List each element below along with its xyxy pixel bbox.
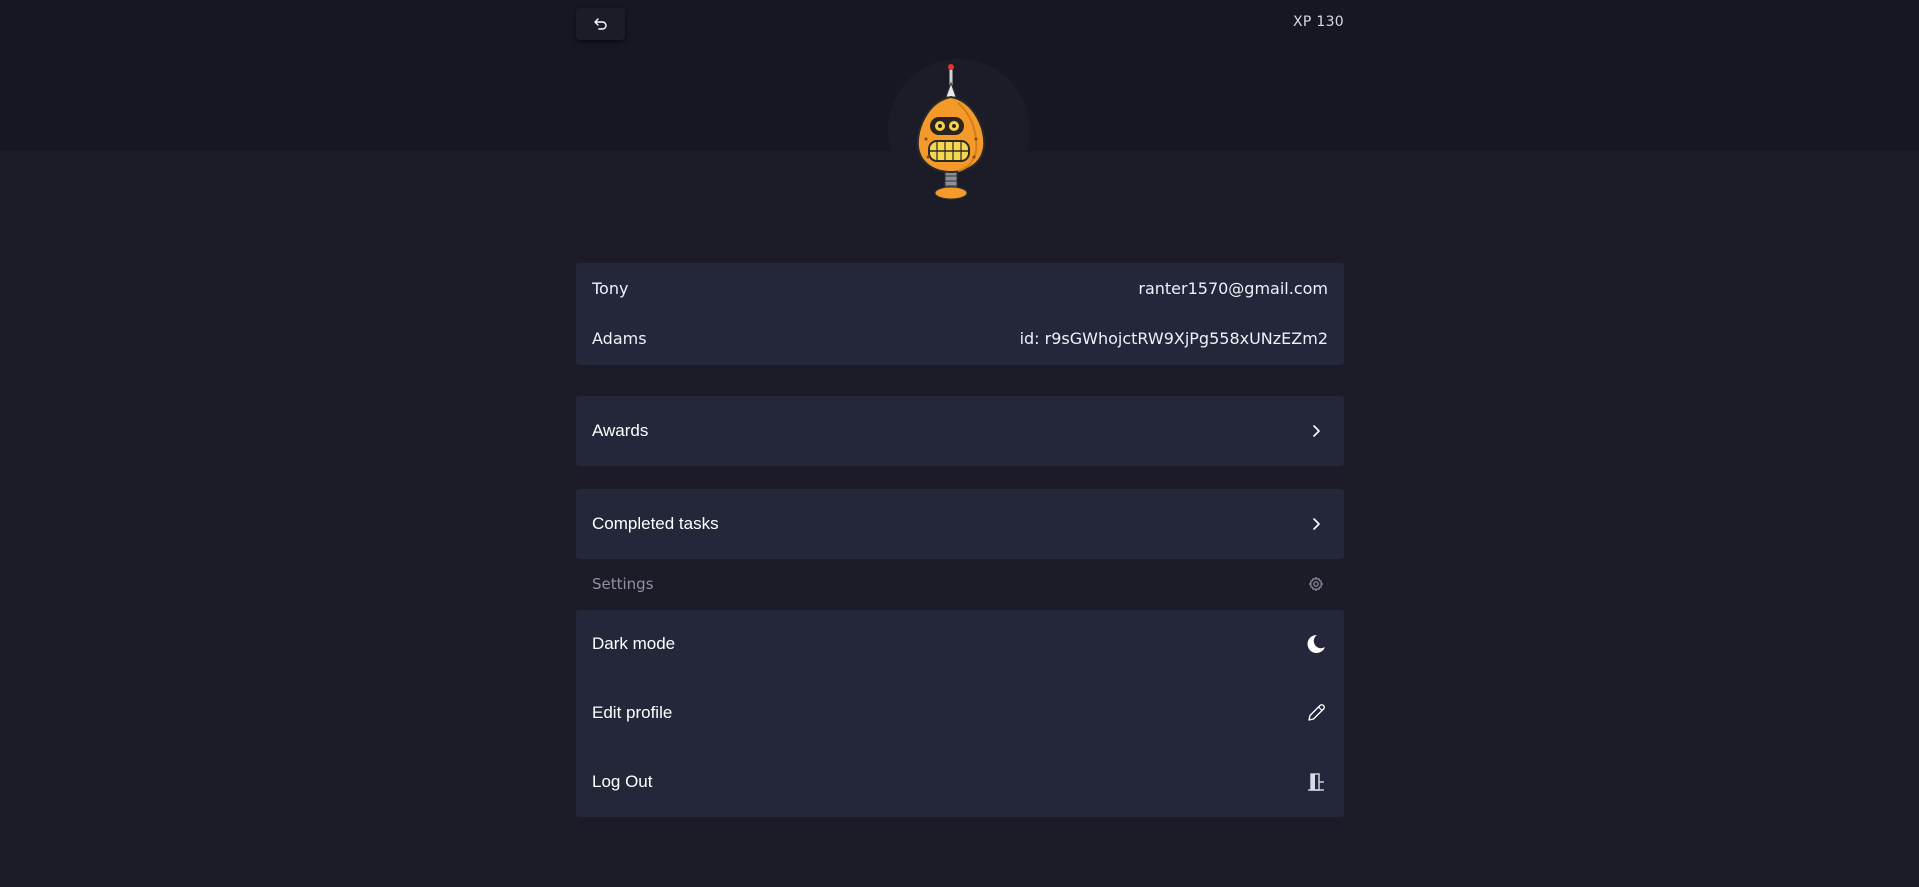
completed-tasks-label: Completed tasks (592, 514, 719, 533)
profile-row-lastname-id: Adams id: r9sGWhojctRW9XjPg558xUNzEZm2 (592, 329, 1328, 348)
dark-mode-label: Dark mode (592, 634, 676, 653)
awards-label: Awards (592, 421, 649, 440)
settings-card: Dark mode Edit profile Log Out (576, 610, 1344, 817)
last-name-text: Adams (592, 329, 647, 348)
user-id-text: id: r9sGWhojctRW9XjPg558xUNzEZm2 (1019, 329, 1328, 348)
profile-row-name-email: Tony ranter1570@gmail.com (592, 279, 1328, 298)
profile-info-card: Tony ranter1570@gmail.com Adams id: r9sG… (576, 263, 1344, 365)
avatar[interactable] (888, 59, 1030, 201)
log-out-button[interactable]: Log Out (592, 762, 1328, 802)
chevron-right-icon (1304, 419, 1328, 443)
robot-avatar-image (916, 64, 986, 200)
edit-profile-button[interactable]: Edit profile (592, 693, 1328, 733)
dark-mode-toggle[interactable]: Dark mode (592, 624, 1328, 664)
log-out-label: Log Out (592, 772, 653, 791)
gear-icon (1304, 572, 1328, 596)
first-name-text: Tony (592, 279, 629, 298)
moon-icon (1304, 632, 1328, 656)
door-exit-icon (1304, 770, 1328, 794)
awards-button[interactable]: Awards (576, 396, 1344, 466)
pencil-icon (1304, 701, 1328, 725)
settings-header: Settings (576, 566, 1344, 602)
chevron-right-icon (1304, 512, 1328, 536)
settings-heading: Settings (592, 575, 654, 593)
edit-profile-label: Edit profile (592, 703, 673, 722)
completed-tasks-button[interactable]: Completed tasks (576, 489, 1344, 559)
email-text: ranter1570@gmail.com (1138, 279, 1328, 298)
xp-counter: XP 130 (1292, 14, 1344, 30)
back-button[interactable] (576, 8, 625, 40)
undo-arrow-icon (589, 12, 613, 36)
